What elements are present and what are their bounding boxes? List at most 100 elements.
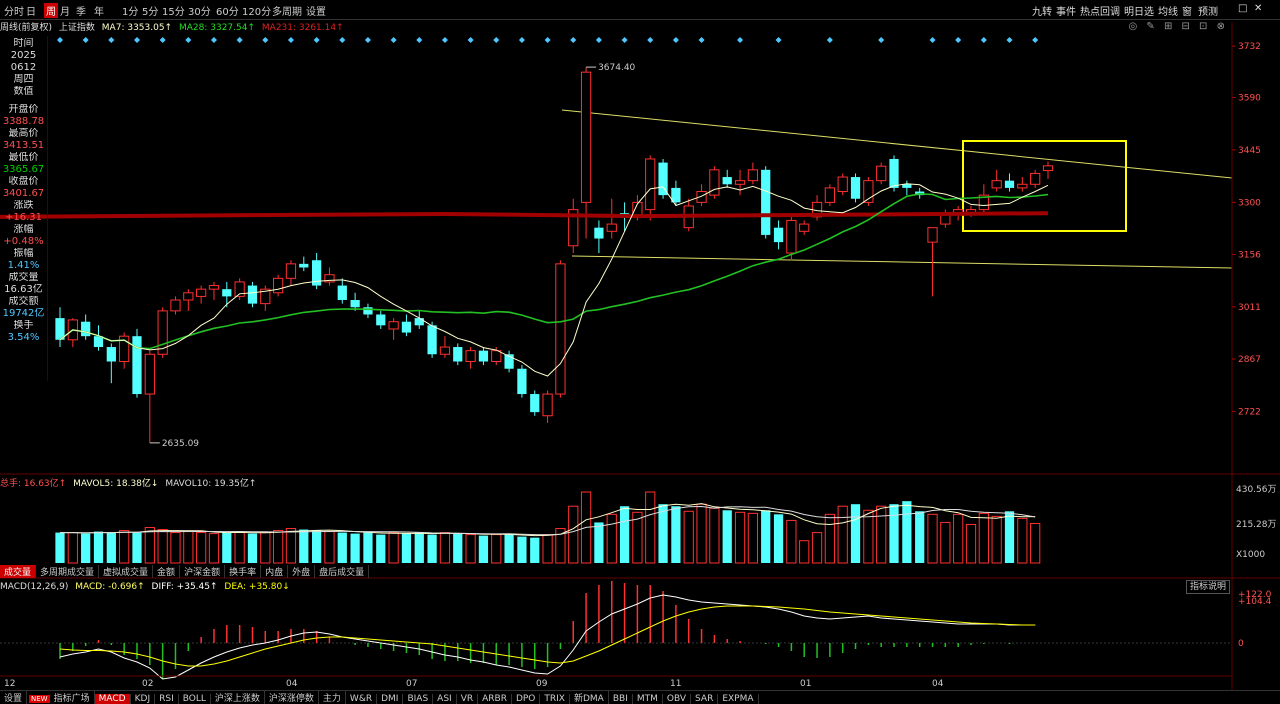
candle-body <box>81 321 91 337</box>
x-tick-label: 12 <box>4 679 15 689</box>
period-tab-4[interactable]: 季 <box>76 3 86 18</box>
amp-label: 振幅 <box>13 248 34 259</box>
period-tab-3[interactable]: 月 <box>60 3 70 18</box>
indicator-help-button[interactable]: 指标说明 <box>1186 580 1230 594</box>
right-tab-3[interactable]: 明日选 <box>1124 3 1154 18</box>
candle-body <box>491 350 502 362</box>
open-value: 3388.78 <box>2 116 45 127</box>
indicator-tab-23[interactable]: EXPMA <box>718 694 759 704</box>
price-tick-label: 3445 <box>1238 146 1261 156</box>
indicator-tab-14[interactable]: VR <box>457 694 479 704</box>
indicator-tab-15[interactable]: ARBR <box>478 694 512 704</box>
close-icon[interactable]: ✕ <box>1254 3 1262 14</box>
signal-diamond <box>1032 37 1039 43</box>
indicator-tab-11[interactable]: DMI <box>377 694 404 704</box>
indicator-tab-20[interactable]: MTM <box>633 694 663 704</box>
indicator-tab-16[interactable]: DPO <box>512 694 541 704</box>
right-tab-5[interactable]: 窗 <box>1182 3 1192 18</box>
volume-tab-8[interactable]: 盘后成交量 <box>315 565 370 578</box>
indicator-tab-19[interactable]: BBI <box>609 694 633 704</box>
indicator-tab-7[interactable]: 沪深上涨数 <box>211 691 265 704</box>
volume-tab-5[interactable]: 换手率 <box>225 565 262 578</box>
right-tab-1[interactable]: 事件 <box>1056 3 1076 18</box>
right-tab-6[interactable]: 预测 <box>1198 3 1218 18</box>
indicator-tab-21[interactable]: OBV <box>663 694 692 704</box>
macd-tick-label: +104.4 <box>1238 597 1272 607</box>
ma28-value: MA28: 3327.54↑ <box>178 23 256 33</box>
volume-tabs: 成交量 多周期成交量 虚拟成交量 金额 沪深金额 换手率 内盘 外盘 盘后成交量 <box>0 565 370 579</box>
indicator-tab-18[interactable]: 新DMA <box>570 691 609 704</box>
signal-diamond <box>775 37 782 43</box>
indicator-tab-22[interactable]: SAR <box>691 694 719 704</box>
signal-diamond <box>955 37 962 43</box>
signal-diamond <box>159 37 166 43</box>
signal-diamond <box>133 37 140 43</box>
period-tab-13[interactable]: 设置 <box>306 3 326 18</box>
volume-bar <box>208 533 220 564</box>
indicator-tab-2[interactable]: 指标广场 <box>50 691 95 704</box>
volume-tab-1[interactable]: 多周期成交量 <box>36 565 100 578</box>
chart-tool-icons[interactable]: ◎ ✎ ⊞ ⊟ ⊡ ⊗ <box>1128 21 1228 32</box>
kline-chart[interactable]: 3732 3590 3445 3300 3156 3011 2867 2722 430.56万 2… <box>0 0 1280 704</box>
candle-body <box>606 223 617 232</box>
volume-bar <box>991 515 1002 564</box>
signal-diamond <box>1006 37 1013 43</box>
period-tab-6[interactable]: 1分 <box>122 3 138 18</box>
indicator-tab-10[interactable]: W&R <box>346 694 378 704</box>
signal-diamond <box>518 37 525 43</box>
volume-bar <box>902 501 912 563</box>
period-tab-2[interactable]: 周 <box>44 3 58 18</box>
volume-bar <box>645 491 656 564</box>
macd-info-bar: MACD(12,26,9) MACD: -0.696↑ DIFF: +35.45… <box>0 582 290 592</box>
maximize-icon[interactable]: □ <box>1238 3 1247 14</box>
candle-body <box>773 227 784 243</box>
candle-body <box>530 394 540 413</box>
indicator-tab-8[interactable]: 沪深涨停数 <box>265 691 319 704</box>
volume-tab-4[interactable]: 沪深金额 <box>180 565 226 578</box>
right-tab-4[interactable]: 均线 <box>1158 3 1178 18</box>
indicator-tab-3[interactable]: MACD <box>94 694 131 704</box>
volume-tab-7[interactable]: 外盘 <box>288 565 316 578</box>
candle-body <box>196 288 207 297</box>
change-label: 涨跌 <box>13 200 34 211</box>
volume-bar <box>568 505 579 564</box>
indicator-tab-17[interactable]: TRIX <box>540 694 570 704</box>
indicator-tab-12[interactable]: BIAS <box>403 694 434 704</box>
signal-diamond <box>647 37 654 43</box>
period-tab-1[interactable]: 日 <box>26 3 36 18</box>
volume-bar <box>863 509 874 564</box>
period-tab-7[interactable]: 5分 <box>142 3 158 18</box>
period-tab-9[interactable]: 30分 <box>188 3 211 18</box>
right-tab-2[interactable]: 热点回调 <box>1080 3 1120 18</box>
period-tab-12[interactable]: 多周期 <box>272 3 302 18</box>
volume-bar <box>683 510 694 564</box>
volume-bar <box>324 531 335 564</box>
period-tab-0[interactable]: 分时 <box>4 3 24 18</box>
indicator-tab-6[interactable]: BOLL <box>179 694 211 704</box>
volume-bar <box>786 519 797 564</box>
volume-bar <box>709 507 720 564</box>
signal-diamond <box>236 37 243 43</box>
candle-body <box>722 177 732 185</box>
pct-label: 涨幅 <box>13 224 34 235</box>
period-tab-8[interactable]: 15分 <box>162 3 185 18</box>
period-tab-11[interactable]: 120分 <box>242 3 271 18</box>
indicator-tab-0[interactable]: 设置 <box>0 691 28 704</box>
period-tab-5[interactable]: 年 <box>94 3 104 18</box>
volume-bar <box>747 512 759 564</box>
right-tab-0[interactable]: 九转 <box>1032 3 1052 18</box>
volume-tab-6[interactable]: 内盘 <box>261 565 289 578</box>
indicator-tab-9[interactable]: 主力 <box>319 691 346 704</box>
indicator-tab-5[interactable]: RSI <box>155 694 179 704</box>
indicator-tab-4[interactable]: KDJ <box>131 694 156 704</box>
candle-body <box>799 223 810 232</box>
indicator-tab-13[interactable]: ASI <box>433 694 457 704</box>
period-tab-10[interactable]: 60分 <box>216 3 239 18</box>
volume-tab-3[interactable]: 金额 <box>153 565 181 578</box>
volume-bar <box>876 505 887 564</box>
volume-bar <box>606 513 617 564</box>
candle-body <box>427 325 437 355</box>
volume-label: 成交量 <box>8 272 39 283</box>
volume-tab-0[interactable]: 成交量 <box>0 565 37 578</box>
volume-tab-2[interactable]: 虚拟成交量 <box>99 565 154 578</box>
